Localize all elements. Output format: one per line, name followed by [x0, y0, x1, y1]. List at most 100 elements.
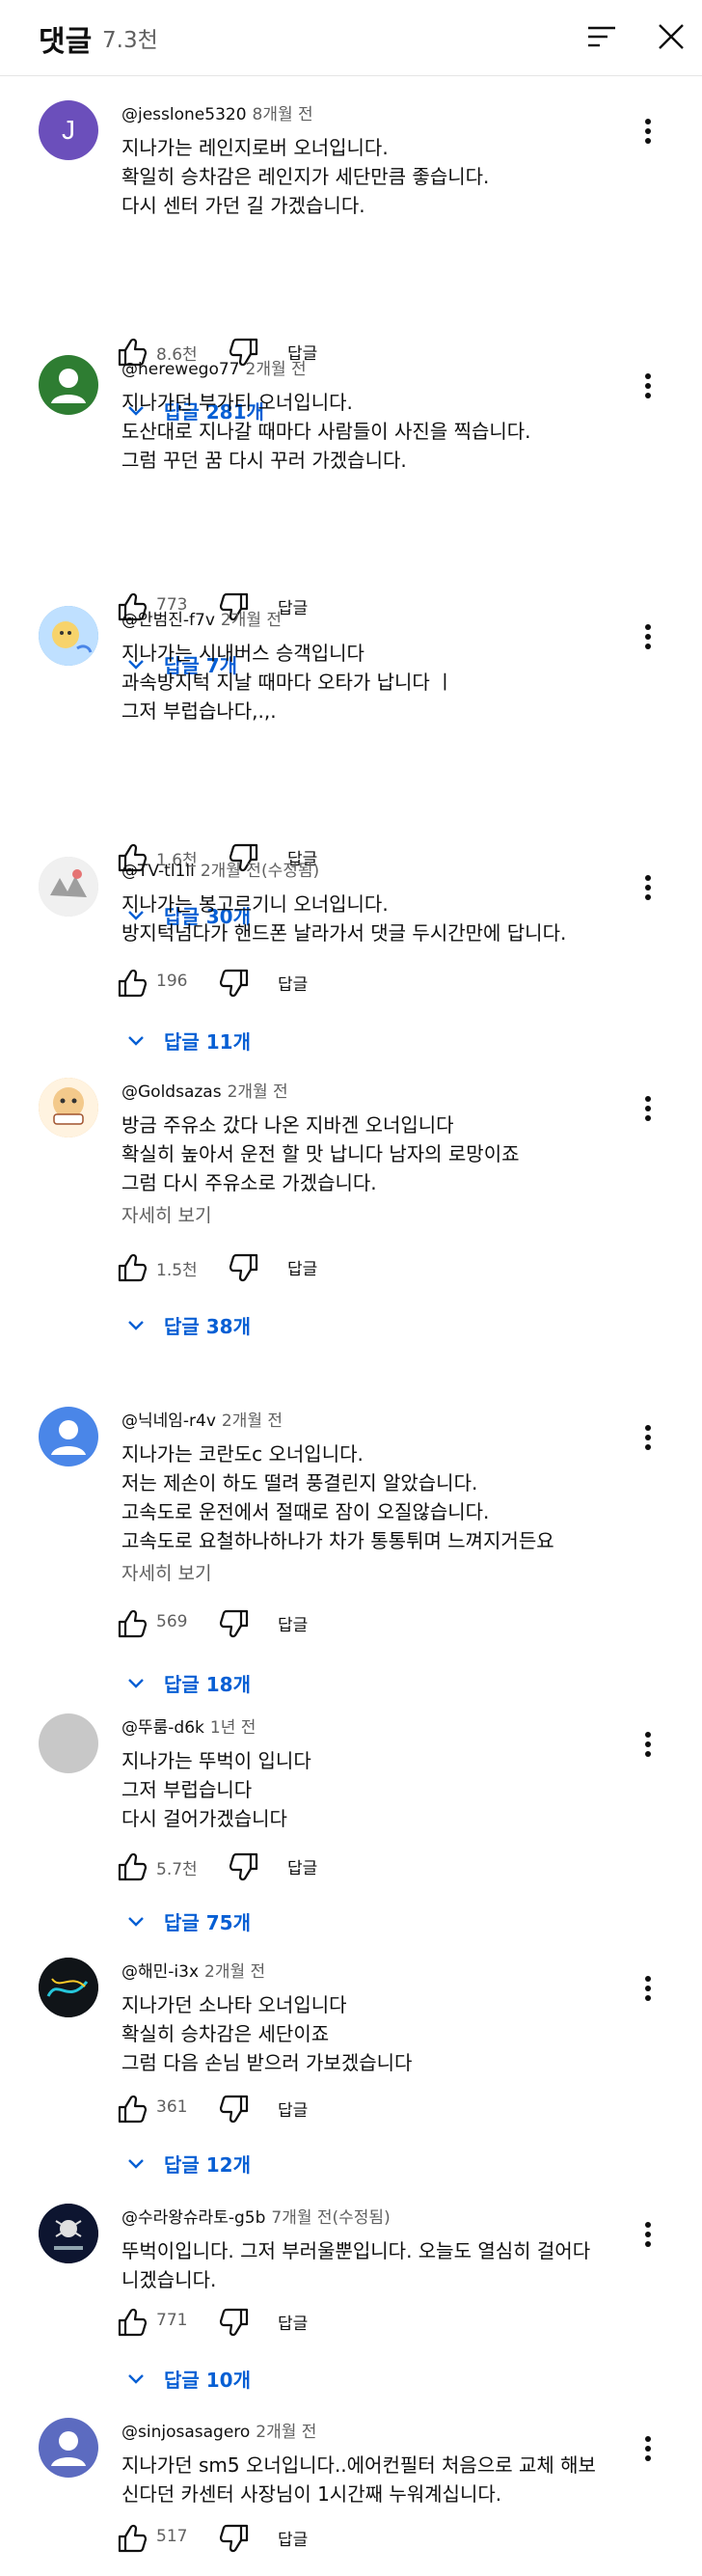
comment-meta: @TV-tl1li 2개월 전(수정됨) [122, 857, 319, 881]
avatar[interactable] [39, 606, 98, 666]
comment-text-line: 지나가는 봉고르기니 오너입니다. [122, 892, 389, 916]
like-count: 569 [156, 1612, 188, 1631]
avatar[interactable] [39, 1958, 98, 2017]
reply-button[interactable]: 답글 [278, 971, 308, 995]
comment-text: 뚜벅이입니다. 그저 부러울뿐입니다. 오늘도 열심히 걸어다니겠습니다. [122, 2236, 623, 2294]
more-options-icon[interactable] [636, 114, 660, 149]
comment-author[interactable]: @herewego77 [122, 360, 240, 379]
more-options-icon[interactable] [636, 1420, 660, 1455]
comment-author[interactable]: @jesslone5320 [122, 105, 247, 124]
like-icon[interactable] [116, 1251, 148, 1284]
reply-button[interactable]: 답글 [278, 2096, 308, 2121]
avatar[interactable] [39, 2204, 98, 2263]
comment-text: 지나가는 봉고르기니 오너입니다. 방지턱넘다가 핸드폰 날라가서 댓글 두시간만… [122, 890, 623, 947]
chevron-down-icon [125, 1673, 147, 1694]
view-replies-button[interactable]: 답글 38개 [125, 1307, 415, 1342]
view-replies-button[interactable]: 답글 12개 [125, 2146, 415, 2180]
more-options-icon[interactable] [636, 1091, 660, 1126]
comment-author[interactable]: @안범진-f7v [122, 611, 215, 630]
dislike-icon[interactable] [228, 1251, 260, 1284]
header-title: 댓글 [39, 25, 93, 59]
comment-actions: 196 답글 [116, 963, 501, 1001]
comment-author[interactable]: @닉네임-r4v [122, 1411, 216, 1431]
reply-button[interactable]: 답글 [278, 1611, 308, 1635]
chevron-down-icon [125, 2369, 147, 2390]
comment-count: 7.3천 [102, 28, 158, 53]
read-more-link[interactable]: 자세히 보기 [122, 1559, 211, 1585]
comment-author[interactable]: @해민-i3x [122, 1962, 199, 1982]
like-icon[interactable] [116, 1850, 148, 1883]
dislike-icon[interactable] [218, 2522, 251, 2555]
dislike-icon[interactable] [218, 967, 251, 1000]
avatar[interactable] [39, 1713, 98, 1773]
close-icon[interactable] [654, 19, 688, 54]
like-icon[interactable] [116, 2093, 148, 2125]
comment-text: 지나가던 부가티 오너입니다. 도산대로 지나갈 때마다 사람들이 사진을 찍습니… [122, 388, 623, 475]
like-icon[interactable] [116, 967, 148, 1000]
comment-text: 지나가는 시내버스 승객입니다 과속방지턱 지날 때마다 오타가 납니다 ㅣ 그저 … [122, 639, 623, 726]
reply-button[interactable]: 답글 [287, 1255, 317, 1279]
like-icon[interactable] [116, 1607, 148, 1640]
comment-text-line: 다시 걸어가겠습니다 [122, 1807, 287, 1830]
comment-time: 2개월 전 [256, 2423, 317, 2442]
comment-meta: @jesslone5320 8개월 전 [122, 100, 313, 124]
dislike-icon[interactable] [218, 2306, 251, 2339]
comment-text-line: 지나가는 레인지로버 오너입니다. [122, 136, 389, 159]
comment-author[interactable]: @TV-tl1li [122, 862, 195, 881]
comment-text-line: 지나가는 뚜벅이 입니다 [122, 1749, 311, 1772]
comment-time: 1년 전 [209, 1718, 256, 1738]
more-options-icon[interactable] [636, 1727, 660, 1762]
reply-button[interactable]: 답글 [278, 2310, 308, 2334]
dislike-icon[interactable] [218, 2093, 251, 2125]
chevron-down-icon [125, 1030, 147, 1052]
dislike-icon[interactable] [228, 1850, 260, 1883]
more-options-icon[interactable] [636, 369, 660, 403]
comment-text-line: 신다던 카센터 사장님이 1시간째 누워계십니다. [122, 2482, 502, 2506]
reply-button[interactable]: 답글 [278, 594, 308, 618]
read-more-link[interactable]: 자세히 보기 [122, 1201, 211, 1227]
comment-text-line: 확실히 승차감은 세단이죠 [122, 2022, 330, 2045]
comment-text-line: 다시 센터 가던 길 가겠습니다. [122, 194, 365, 217]
comment-time: 8개월 전 [252, 105, 313, 124]
chevron-down-icon [125, 1911, 147, 1932]
comment-author[interactable]: @뚜룸-d6k [122, 1718, 204, 1738]
view-replies-button[interactable]: 답글 11개 [125, 1023, 415, 1057]
avatar[interactable]: J [39, 100, 98, 160]
more-options-icon[interactable] [636, 1971, 660, 2006]
comment-time: 2개월 전(수정됨) [200, 862, 320, 881]
like-icon[interactable] [116, 2522, 148, 2555]
like-icon[interactable] [116, 2306, 148, 2339]
avatar[interactable] [39, 1407, 98, 1466]
comment-text-line: 니겠습니다. [122, 2268, 217, 2291]
avatar[interactable] [39, 355, 98, 415]
comment-actions: 5.7천 답글 [116, 1847, 501, 1885]
avatar[interactable] [39, 1078, 98, 1137]
avatar[interactable] [39, 2418, 98, 2478]
dislike-icon[interactable] [218, 1607, 251, 1640]
avatar[interactable] [39, 857, 98, 917]
more-options-icon[interactable] [636, 619, 660, 654]
sort-icon[interactable] [584, 19, 619, 54]
comment-author[interactable]: @Goldsazas [122, 1082, 222, 1102]
comment-text-line: 지나가던 sm5 오너입니다..에어컨필터 처음으로 교체 해보 [122, 2453, 596, 2477]
reply-button[interactable]: 답글 [287, 1854, 317, 1878]
view-replies-button[interactable]: 답글 75개 [125, 1904, 415, 1938]
reply-button[interactable]: 답글 [278, 2526, 308, 2550]
view-replies-button[interactable]: 답글 18개 [125, 1665, 415, 1700]
comment-text: 지나가는 코란도c 오너입니다. 저는 제손이 하도 떨려 풍결린지 알았습니다.… [122, 1439, 623, 1555]
comment-text-line: 뚜벅이입니다. 그저 부러울뿐입니다. 오늘도 열심히 걸어다 [122, 2239, 591, 2262]
view-replies-button[interactable]: 답글 10개 [125, 2361, 415, 2396]
more-options-icon[interactable] [636, 2431, 660, 2466]
comment-text-line: 저는 제손이 하도 떨려 풍결린지 알았습니다. [122, 1471, 478, 1494]
like-count: 1.5천 [156, 1261, 198, 1280]
comment-text-line: 확일히 승차감은 레인지가 세단만큼 좋습니다. [122, 165, 490, 188]
comment-text: 지나가던 소나타 오너입니다 확실히 승차감은 세단이죠 그럼 다음 손님 받으러 … [122, 1990, 623, 2077]
more-options-icon[interactable] [636, 2217, 660, 2252]
comment-author[interactable]: @수라왕슈라토-g5b [122, 2208, 265, 2228]
comment-author[interactable]: @sinjosasagero [122, 2423, 250, 2442]
more-options-icon[interactable] [636, 870, 660, 905]
like-count: 196 [156, 972, 188, 991]
replies-count-label: 답글 38개 [164, 1315, 251, 1338]
comments-header: 댓글 7.3천 [0, 0, 702, 76]
replies-count-label: 답글 18개 [164, 1673, 251, 1696]
